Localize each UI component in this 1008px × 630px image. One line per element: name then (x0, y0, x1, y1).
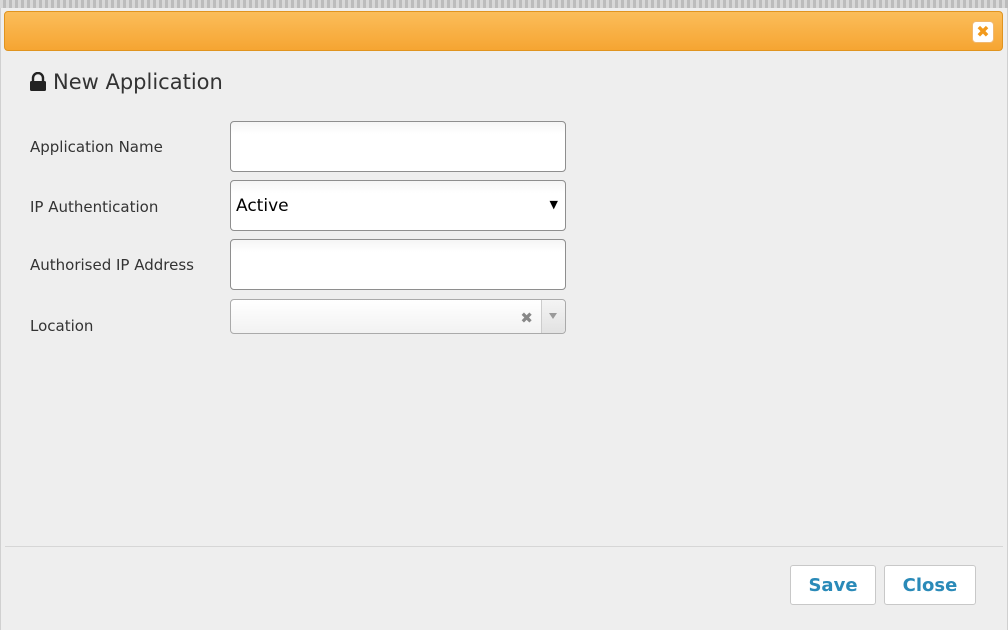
ip-authentication-row: IP Authentication Active ▼ (30, 180, 570, 231)
dialog-header: New Application (29, 68, 223, 96)
location-dropdown-toggle[interactable] (541, 300, 565, 333)
location-label: Location (30, 317, 94, 335)
ip-authentication-select[interactable]: Active ▼ (230, 180, 566, 231)
application-name-label: Application Name (30, 138, 163, 156)
save-button[interactable]: Save (790, 565, 876, 605)
close-button[interactable]: Close (884, 565, 976, 605)
chevron-down-icon (549, 313, 557, 319)
location-combobox[interactable]: ✖ (230, 299, 566, 334)
authorised-ip-row: Authorised IP Address (30, 239, 570, 290)
dialog-titlebar[interactable]: ✖ (4, 11, 1003, 51)
lock-icon (30, 72, 46, 91)
application-name-row: Application Name (30, 121, 570, 172)
chevron-down-icon: ▼ (549, 198, 558, 211)
clear-icon[interactable]: ✖ (520, 309, 533, 327)
footer-divider (5, 546, 1003, 547)
new-application-dialog: ✖ New Application Application Name IP Au… (0, 8, 1008, 630)
authorised-ip-input[interactable] (230, 239, 566, 290)
authorised-ip-label: Authorised IP Address (30, 256, 194, 274)
application-name-input[interactable] (230, 121, 566, 172)
page-title: New Application (53, 70, 223, 94)
background-page-strip (0, 0, 1008, 8)
ip-authentication-label: IP Authentication (30, 198, 159, 216)
ip-authentication-selected-value: Active (236, 196, 289, 216)
titlebar-close-icon[interactable]: ✖ (972, 21, 994, 43)
location-row: Location ✖ (30, 299, 570, 335)
